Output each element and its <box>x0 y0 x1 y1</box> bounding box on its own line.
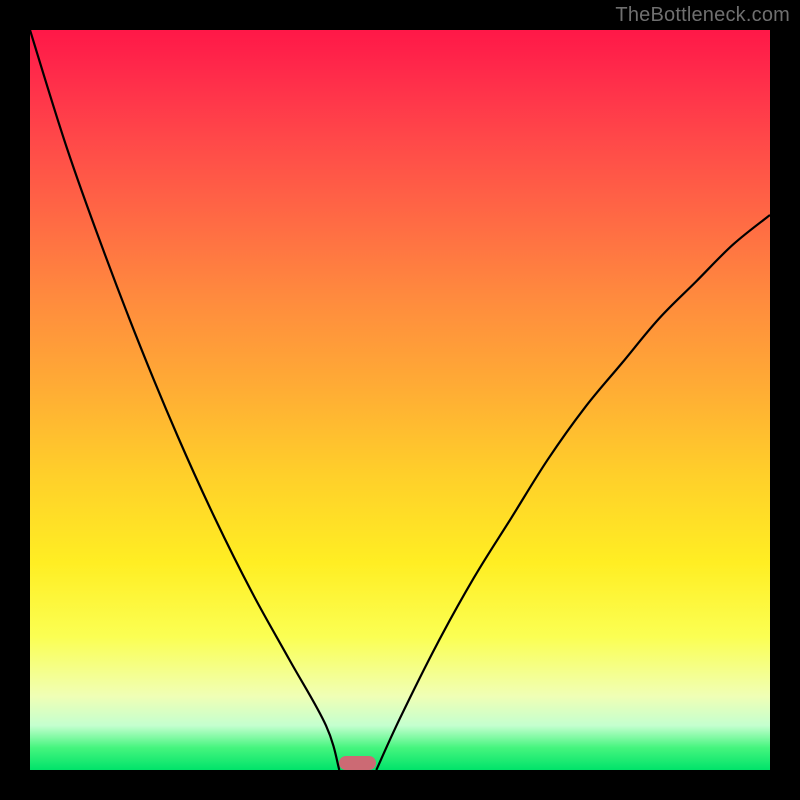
watermark-text: TheBottleneck.com <box>615 4 790 27</box>
bottleneck-curve <box>30 30 770 770</box>
chart-frame: TheBottleneck.com <box>0 0 800 800</box>
curve-right-branch <box>376 215 770 770</box>
plot-area <box>30 30 770 770</box>
curve-left-branch <box>30 30 339 770</box>
